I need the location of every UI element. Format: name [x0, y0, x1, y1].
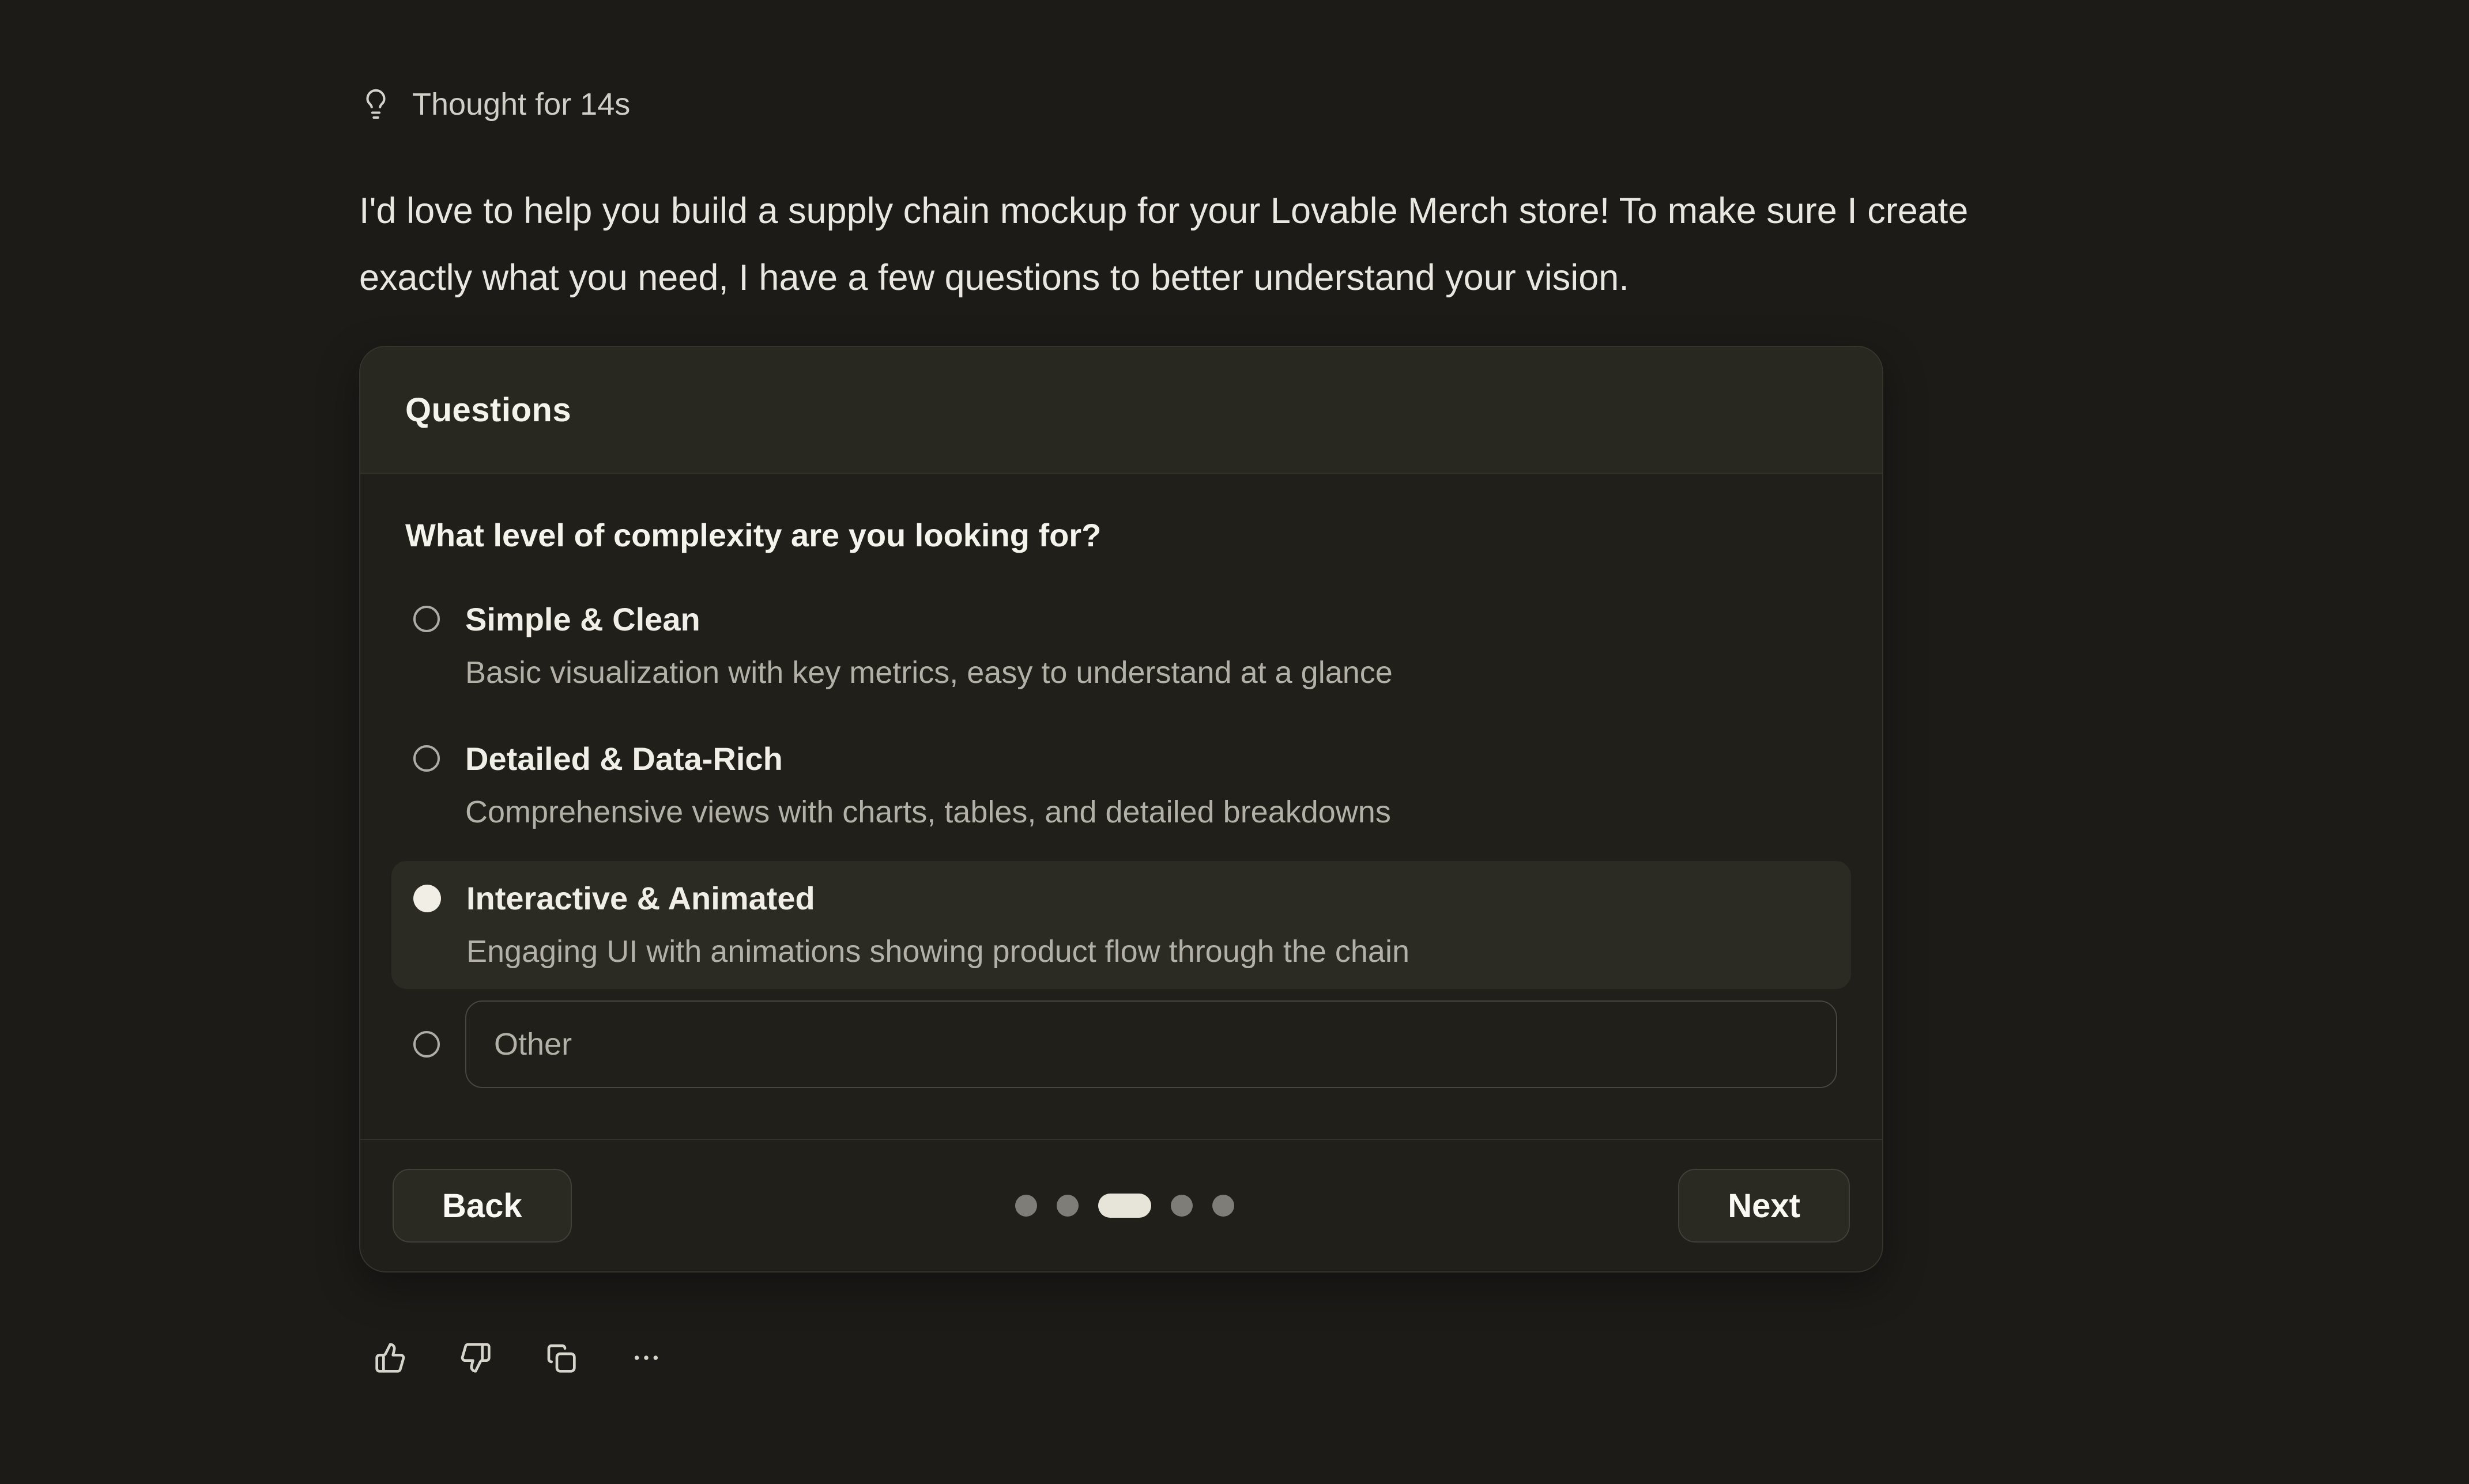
- option-description: Comprehensive views with charts, tables,…: [465, 791, 1391, 833]
- assistant-response: Thought for 14s I'd love to help you bui…: [359, 0, 2469, 1374]
- next-button[interactable]: Next: [1678, 1169, 1850, 1243]
- progress-dot: [1015, 1195, 1037, 1217]
- radio-option-simple-clean[interactable]: Simple & Clean Basic visualization with …: [391, 582, 1851, 710]
- questions-card: Questions What level of complexity are y…: [359, 346, 1883, 1272]
- radio-icon[interactable]: [413, 606, 440, 632]
- questions-card-header: Questions: [360, 347, 1882, 474]
- questions-card-body: What level of complexity are you looking…: [360, 474, 1882, 1139]
- message-line: I'd love to help you build a supply chai…: [359, 178, 2469, 244]
- radio-option-detailed-data-rich[interactable]: Detailed & Data-Rich Comprehensive views…: [391, 722, 1851, 849]
- radio-option-other[interactable]: [391, 1000, 1851, 1088]
- ellipsis-icon: [630, 1342, 662, 1374]
- lightbulb-icon: [359, 88, 393, 121]
- option-label: Interactive & Animated: [466, 877, 1409, 920]
- option-label: Detailed & Data-Rich: [465, 738, 1391, 780]
- radio-icon-selected[interactable]: [413, 885, 441, 912]
- option-label: Simple & Clean: [465, 598, 1393, 641]
- radio-icon[interactable]: [413, 745, 440, 772]
- option-description: Basic visualization with key metrics, ea…: [465, 651, 1393, 694]
- questions-card-footer: Back Next: [360, 1139, 1882, 1271]
- progress-dot-active: [1098, 1194, 1151, 1218]
- question-text: What level of complexity are you looking…: [405, 515, 1837, 556]
- other-input[interactable]: [465, 1000, 1837, 1088]
- message-line: exactly what you need, I have a few ques…: [359, 244, 2469, 311]
- more-options-button[interactable]: [630, 1342, 662, 1374]
- thought-label: Thought for 14s: [412, 86, 630, 122]
- thumbs-up-button[interactable]: [374, 1342, 406, 1374]
- progress-dot: [1171, 1195, 1193, 1217]
- progress-dot: [1057, 1195, 1079, 1217]
- thumbs-down-icon: [459, 1342, 492, 1374]
- progress-dot: [1212, 1195, 1234, 1217]
- option-description: Engaging UI with animations showing prod…: [466, 930, 1409, 973]
- thumbs-down-button[interactable]: [459, 1342, 492, 1374]
- assistant-message: I'd love to help you build a supply chai…: [359, 178, 2469, 311]
- copy-icon: [545, 1342, 577, 1374]
- thumbs-up-icon: [374, 1342, 406, 1374]
- back-button[interactable]: Back: [393, 1169, 572, 1243]
- progress-dots: [1015, 1194, 1234, 1218]
- radio-option-interactive-animated[interactable]: Interactive & Animated Engaging UI with …: [391, 861, 1851, 989]
- card-title: Questions: [405, 391, 571, 429]
- message-actions: [359, 1342, 2469, 1374]
- radio-icon[interactable]: [413, 1031, 440, 1058]
- thought-toggle[interactable]: Thought for 14s: [359, 86, 630, 122]
- copy-button[interactable]: [545, 1342, 577, 1374]
